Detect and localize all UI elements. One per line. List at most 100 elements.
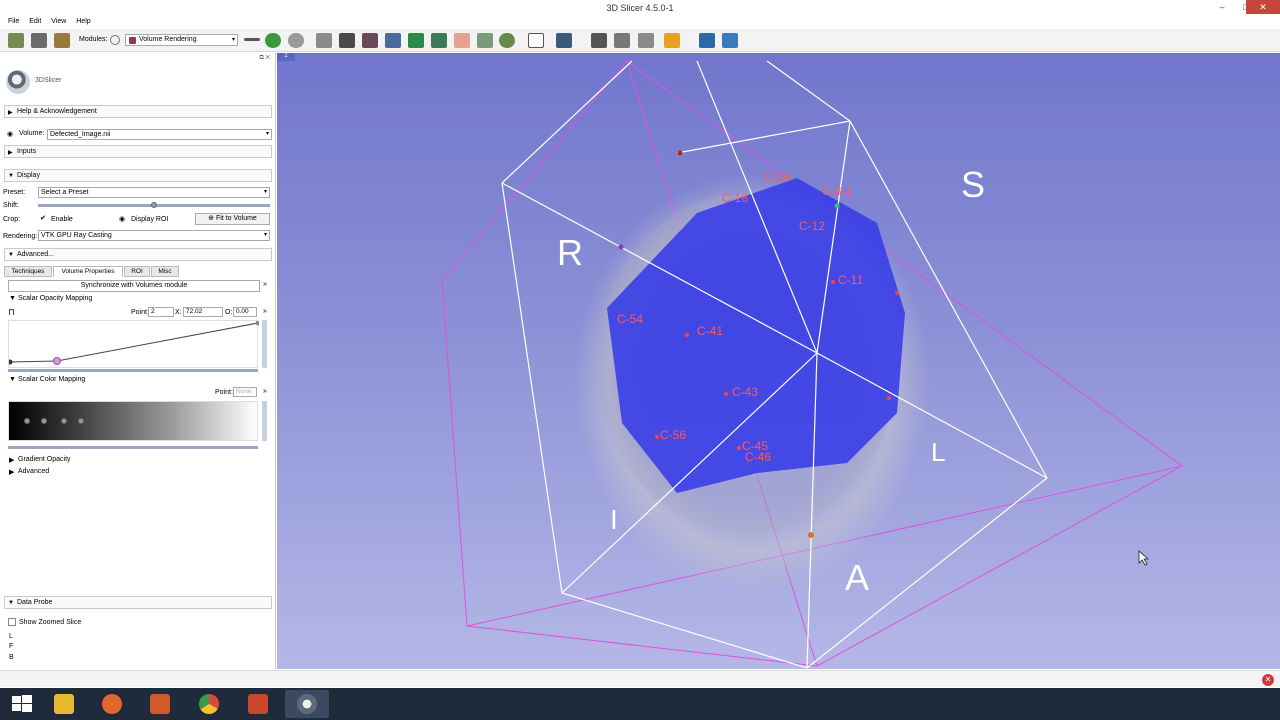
inputs-section[interactable]: ▶ Inputs <box>4 145 272 158</box>
python-icon[interactable] <box>722 33 738 48</box>
layout-icon[interactable] <box>528 33 544 48</box>
fiducial-label: C-56 <box>660 428 686 442</box>
opacity-point[interactable] <box>255 320 261 326</box>
preset-select[interactable]: Select a Preset ▾ <box>38 187 270 198</box>
menu-edit[interactable]: Edit <box>29 16 41 28</box>
taskbar-explorer[interactable] <box>42 690 86 718</box>
expand-icon[interactable]: » <box>263 388 267 395</box>
advanced-sub-label[interactable]: Advanced <box>18 468 49 475</box>
color-transfer-editor[interactable] <box>8 401 258 441</box>
forward-arrow-icon[interactable] <box>288 33 304 48</box>
mouse-mode-icon[interactable] <box>638 33 654 48</box>
color-point[interactable] <box>61 418 67 424</box>
minimize-button[interactable]: – <box>1210 0 1234 14</box>
advanced-section[interactable]: ▼ Advanced... <box>4 248 272 261</box>
module-selector[interactable]: Volume Rendering ▾ <box>125 34 238 46</box>
probe-line-l: L <box>9 633 13 640</box>
taskbar-powerpoint[interactable] <box>236 690 280 718</box>
back-arrow-icon[interactable] <box>265 33 281 48</box>
markups-icon[interactable] <box>454 33 470 48</box>
taskbar-slicer[interactable] <box>285 690 329 718</box>
sync-volumes-button[interactable]: Synchronize with Volumes module <box>8 280 260 292</box>
error-log-icon[interactable]: ✕ <box>1262 674 1274 686</box>
screenshot-icon[interactable] <box>591 33 607 48</box>
editor-icon[interactable] <box>477 33 493 48</box>
fiducial-label: C-12 <box>799 219 825 233</box>
models-module-icon[interactable] <box>362 33 378 48</box>
eye-icon[interactable]: ◉ <box>119 215 125 223</box>
show-zoomed-slice-label: Show Zoomed Slice <box>19 619 82 626</box>
opacity-range-slider[interactable] <box>262 320 267 368</box>
fit-to-volume-button[interactable]: ⊕ Fit to Volume <box>195 213 270 225</box>
folder-icon <box>54 694 74 714</box>
fiducial-label: C-18 <box>722 191 748 205</box>
point-spinbox[interactable]: 2 <box>148 307 174 317</box>
step-curve-icon[interactable]: ⊓ <box>8 307 15 318</box>
tab-techniques[interactable]: Techniques <box>4 266 52 277</box>
sample-data-icon[interactable] <box>499 33 515 48</box>
color-point[interactable] <box>24 418 30 424</box>
python-console-icon[interactable] <box>699 33 715 48</box>
status-bar: ✕ <box>0 670 1280 687</box>
opacity-function-editor[interactable] <box>7 320 261 368</box>
tab-volume-properties[interactable]: Volume Properties <box>53 266 123 277</box>
crosshair-icon[interactable] <box>556 33 572 48</box>
taskbar-matlab[interactable] <box>138 690 182 718</box>
modules-label: Modules: <box>79 36 108 43</box>
expand-icon[interactable]: » <box>263 308 267 315</box>
tab-misc[interactable]: Misc <box>151 266 179 277</box>
scene-view-icon[interactable] <box>614 33 630 48</box>
start-button[interactable] <box>0 690 44 718</box>
help-section[interactable]: ▶ Help & Acknowledgement <box>4 105 272 118</box>
tab-roi[interactable]: ROI <box>124 266 150 277</box>
chevron-down-icon: ▾ <box>231 37 235 43</box>
rendering-label: Rendering: <box>3 233 38 240</box>
close-button[interactable]: ✕ <box>1246 0 1280 14</box>
enable-checkbox[interactable]: ✔ <box>39 215 47 223</box>
color-point[interactable] <box>41 418 47 424</box>
panel-controls[interactable]: ⧉ ✕ <box>259 55 270 62</box>
opacity-horizontal-range[interactable] <box>8 369 258 372</box>
shift-slider-handle[interactable] <box>151 202 157 208</box>
module-history-icon[interactable] <box>244 38 260 41</box>
display-section[interactable]: ▼ Display <box>4 169 272 182</box>
menu-file[interactable]: File <box>8 16 19 28</box>
expand-arrow-icon[interactable]: ▶ <box>9 456 14 464</box>
color-range-slider[interactable] <box>262 401 267 441</box>
data-probe-section[interactable]: ▼ Data Probe <box>4 596 272 609</box>
volume-rendering-icon <box>129 37 136 44</box>
load-data-icon[interactable] <box>8 33 24 48</box>
transforms-icon[interactable] <box>431 33 447 48</box>
taskbar-firefox[interactable] <box>90 690 134 718</box>
taskbar-chrome[interactable] <box>187 690 231 718</box>
o-spinbox[interactable]: 0.00 <box>233 307 257 317</box>
volume-select[interactable]: Defected_Image.nii ▾ <box>47 129 272 140</box>
color-point-spinbox[interactable]: None <box>233 387 257 397</box>
load-dicom-icon[interactable] <box>31 33 47 48</box>
3d-view[interactable]: 1 C-14 C-8-1 C-18 C-12 C-11 C-54 C-41 C-… <box>277 53 1280 669</box>
preset-label: Preset: <box>3 189 26 196</box>
x-spinbox[interactable]: 72.02 <box>183 307 223 317</box>
menu-view[interactable]: View <box>51 16 66 28</box>
collapse-arrow-icon[interactable]: ▼ <box>9 376 16 383</box>
module-search-icon[interactable] <box>110 35 120 45</box>
expand-arrow-icon[interactable]: ▶ <box>9 468 14 476</box>
volumes-module-icon[interactable] <box>339 33 355 48</box>
extensions-icon[interactable] <box>385 33 401 48</box>
eye-icon[interactable]: ◉ <box>7 130 13 138</box>
color-horizontal-range[interactable] <box>8 446 258 449</box>
gradient-opacity-label[interactable]: Gradient Opacity <box>18 456 71 463</box>
opacity-point[interactable] <box>7 359 13 365</box>
color-point[interactable] <box>78 418 84 424</box>
expand-icon[interactable]: » <box>263 281 267 288</box>
data-module-icon[interactable] <box>316 33 332 48</box>
fiducial-place-icon[interactable] <box>664 33 680 48</box>
menu-help[interactable]: Help <box>76 16 90 28</box>
collapse-arrow-icon[interactable]: ▼ <box>9 295 16 302</box>
save-icon[interactable] <box>54 33 70 48</box>
rendering-select[interactable]: VTK GPU Ray Casting ▾ <box>38 230 270 241</box>
show-zoomed-slice-checkbox[interactable] <box>8 618 16 626</box>
crop-icon[interactable] <box>408 33 424 48</box>
fiducial-label: C-14 <box>764 170 790 184</box>
opacity-point-selected[interactable] <box>53 357 61 365</box>
